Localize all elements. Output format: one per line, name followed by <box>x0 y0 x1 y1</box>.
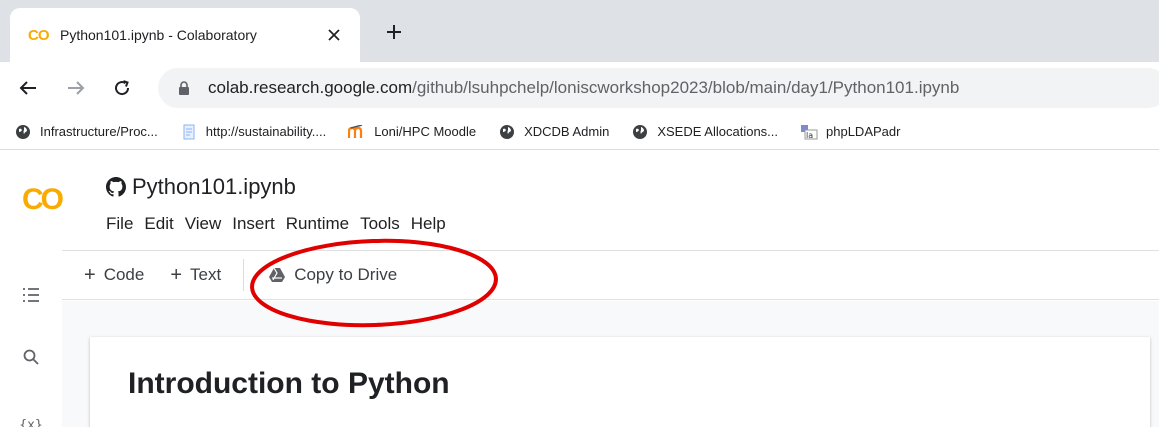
menu-runtime[interactable]: Runtime <box>286 214 349 234</box>
tab-title: Python101.ipynb - Colaboratory <box>60 27 257 43</box>
globe-icon <box>14 123 32 141</box>
bookmark-label: Infrastructure/Proc... <box>40 124 158 139</box>
bookmark-phpldapadmin[interactable]: la phpLDAPadr <box>800 123 900 141</box>
menu-insert[interactable]: Insert <box>232 214 275 234</box>
bookmarks-bar: Infrastructure/Proc... http://sustainabi… <box>0 114 1159 150</box>
add-code-button[interactable]: + Code <box>84 264 144 287</box>
menu-view[interactable]: View <box>185 214 222 234</box>
globe-icon <box>498 123 516 141</box>
variables-icon[interactable]: {x} <box>18 412 44 427</box>
back-arrow-icon[interactable] <box>14 74 42 102</box>
logo-c: C <box>22 183 44 216</box>
browser-tab[interactable]: CO Python101.ipynb - Colaboratory <box>10 8 360 62</box>
moodle-icon <box>348 123 366 141</box>
browser-toolbar: colab.research.google.com/github/lsuhpch… <box>0 62 1159 114</box>
menu-help[interactable]: Help <box>411 214 446 234</box>
toolbar-divider <box>243 259 245 291</box>
text-cell[interactable]: Introduction to Python <box>90 337 1150 427</box>
notebook-area: Introduction to Python <box>62 301 1159 427</box>
menu-edit[interactable]: Edit <box>144 214 173 234</box>
bookmark-label: Loni/HPC Moodle <box>374 124 477 139</box>
bookmark-label: XDCDB Admin <box>524 124 610 139</box>
bookmark-label: http://sustainability.... <box>205 124 327 139</box>
page-icon <box>180 123 198 141</box>
bookmark-sustainability[interactable]: http://sustainability.... <box>180 123 326 141</box>
github-icon <box>106 176 128 198</box>
add-text-label: Text <box>190 265 222 284</box>
url-host: colab.research.google.com <box>208 78 413 97</box>
menubar: File Edit View Insert Runtime Tools Help <box>106 214 457 234</box>
globe-icon <box>631 123 649 141</box>
url-path: /github/lsuhpchelp/loniscworkshop2023/bl… <box>412 78 960 97</box>
url-text: colab.research.google.com/github/lsuhpch… <box>208 78 959 98</box>
left-rail: {x} <box>0 250 62 427</box>
menu-file[interactable]: File <box>106 214 133 234</box>
logo-o: O <box>40 183 64 216</box>
bookmark-label: phpLDAPadr <box>826 124 901 139</box>
address-bar[interactable]: colab.research.google.com/github/lsuhpch… <box>158 68 1159 108</box>
bookmark-infrastructure[interactable]: Infrastructure/Proc... <box>14 123 158 141</box>
colab-logo[interactable]: CO <box>22 183 64 217</box>
notebook-title-row: Python101.ipynb <box>106 174 296 200</box>
annotation-ellipse <box>250 238 498 328</box>
tab-close-icon[interactable] <box>322 23 346 47</box>
add-code-label: Code <box>103 265 145 284</box>
browser-tab-strip: CO Python101.ipynb - Colaboratory <box>0 0 1159 62</box>
forward-arrow-icon[interactable] <box>62 74 90 102</box>
notebook-title[interactable]: Python101.ipynb <box>132 174 296 200</box>
search-icon[interactable] <box>18 344 44 370</box>
colab-header: CO Python101.ipynb File Edit View Insert… <box>0 151 1159 248</box>
svg-text:la: la <box>806 131 813 140</box>
add-text-button[interactable]: + Text <box>170 264 221 287</box>
colab-favicon-icon: CO <box>28 26 50 44</box>
cell-heading: Introduction to Python <box>128 367 450 400</box>
plus-icon: + <box>170 263 183 286</box>
menu-tools[interactable]: Tools <box>360 214 400 234</box>
colab-toolbar: + Code + Text Copy to Drive <box>62 250 1159 300</box>
plus-icon: + <box>84 263 96 286</box>
bookmark-xdcdb-admin[interactable]: XDCDB Admin <box>498 123 609 141</box>
reload-icon[interactable] <box>108 74 136 102</box>
table-of-contents-icon[interactable] <box>18 282 44 308</box>
bookmark-moodle[interactable]: Loni/HPC Moodle <box>348 123 476 141</box>
lock-icon <box>178 80 198 96</box>
bookmark-label: XSEDE Allocations... <box>657 124 779 139</box>
phpldap-icon: la <box>800 123 818 141</box>
bookmark-xsede-allocations[interactable]: XSEDE Allocations... <box>631 123 778 141</box>
new-tab-icon[interactable] <box>380 18 408 46</box>
